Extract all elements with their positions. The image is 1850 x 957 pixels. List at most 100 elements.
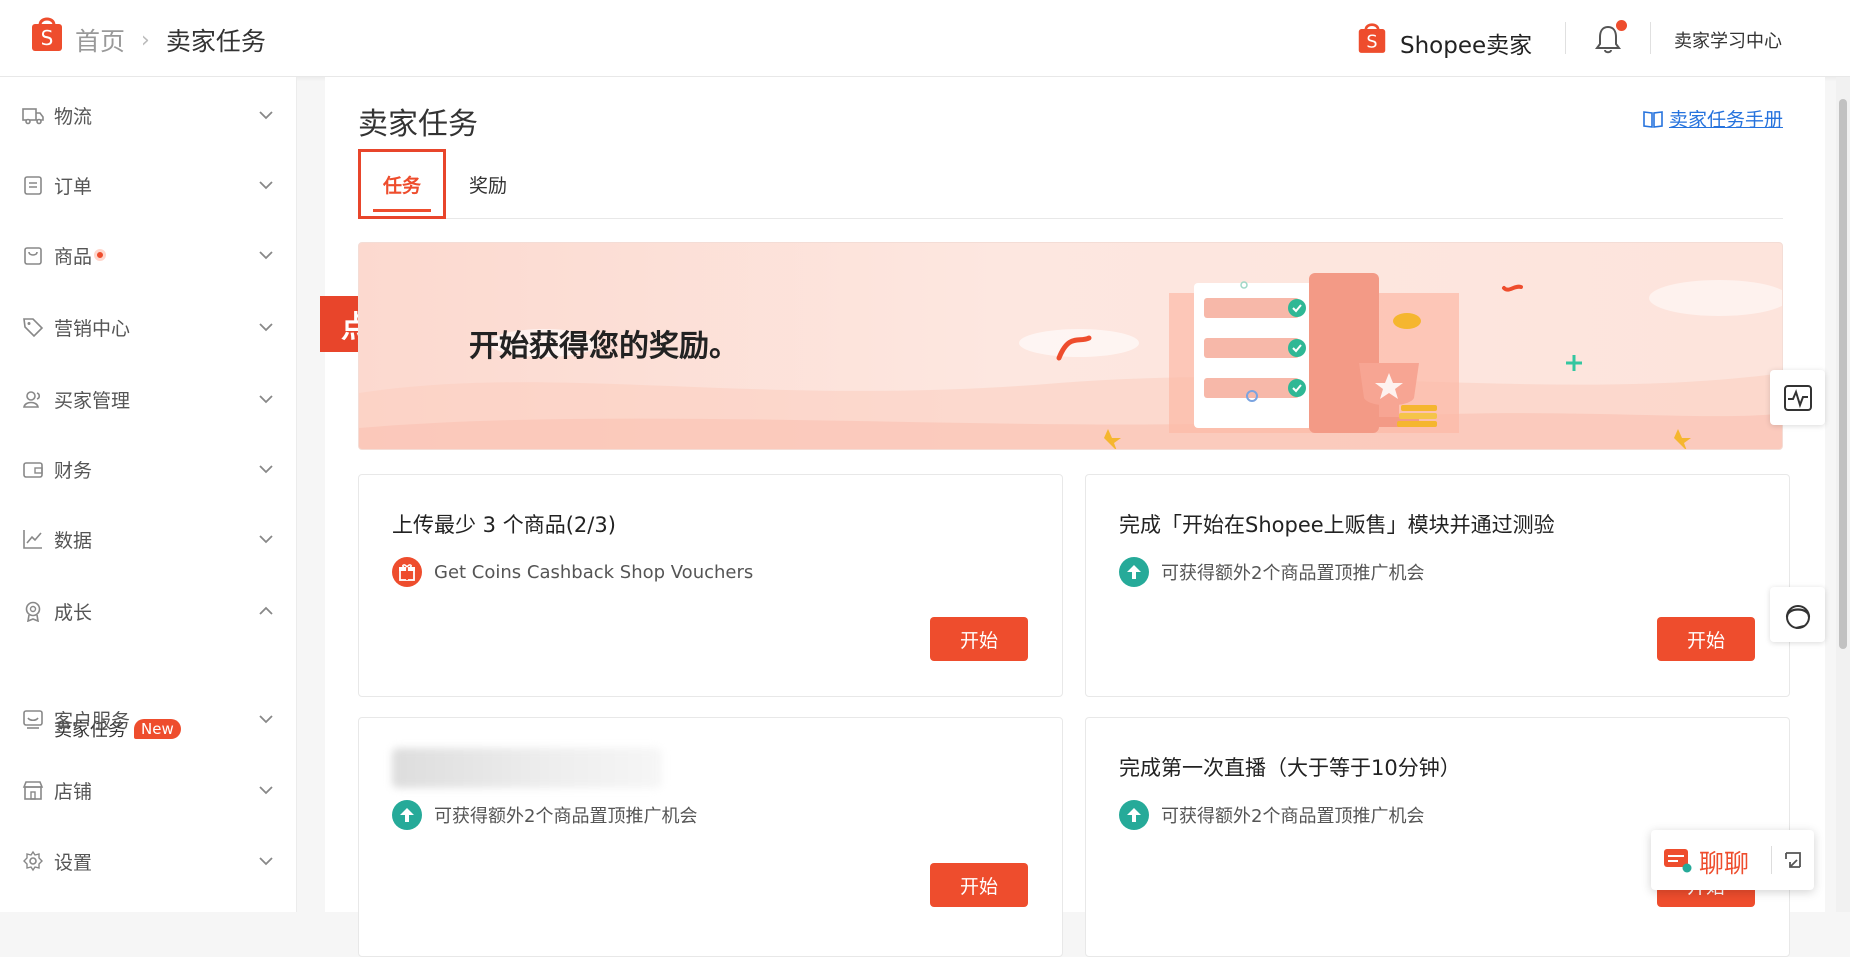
sidebar-item-data[interactable]: 数据 (0, 509, 297, 569)
chevron-down-icon (259, 857, 273, 866)
breadcrumb-home[interactable]: 首页 (75, 22, 125, 58)
tab-tasks[interactable]: 任务 (358, 149, 446, 219)
rewards-banner: 开始获得您的奖励。 (358, 242, 1783, 450)
chevron-down-icon (259, 535, 273, 544)
sidebar-item-label: 设置 (54, 851, 93, 874)
start-button[interactable]: 开始 (1657, 617, 1755, 661)
start-button[interactable]: 开始 (930, 863, 1028, 907)
page-scrollbar[interactable] (1836, 77, 1850, 912)
sidebar-item-customer-service[interactable]: 客户服务 (0, 689, 297, 749)
sidebar-item-label: 数据 (54, 529, 93, 552)
sidebar-item-marketing[interactable]: 营销中心 (0, 297, 297, 357)
page-title: 卖家任务 (358, 107, 478, 142)
task-reward-text: 可获得额外2个商品置顶推广机会 (1161, 806, 1425, 827)
book-icon (1643, 110, 1663, 128)
task-reward: 可获得额外2个商品置顶推广机会 (392, 800, 697, 830)
chevron-up-icon (259, 606, 273, 615)
chevron-down-icon (259, 251, 273, 260)
chevron-down-icon (259, 465, 273, 474)
task-reward-text: Get Coins Cashback Shop Vouchers (434, 561, 754, 583)
task-card: 完成「开始在Shopee上贩售」模块并通过测验 可获得额外2个商品置顶推广机会 … (1085, 474, 1790, 697)
bag-icon (24, 247, 42, 265)
sidebar-item-buyers[interactable]: 买家管理 (0, 369, 297, 429)
popout-icon[interactable] (1783, 850, 1803, 870)
divider (1771, 846, 1772, 874)
top-bar: S 首页 › 卖家任务 S Shopee卖家 卖家学习中心 (0, 0, 1850, 77)
sidebar-item-label: 财务 (54, 459, 93, 482)
sidebar-item-shop[interactable]: 店铺 (0, 760, 297, 820)
truck-icon (22, 108, 44, 125)
chevron-down-icon (259, 715, 273, 724)
sidebar-item-label: 订单 (54, 175, 93, 198)
headset-icon (1785, 604, 1810, 629)
sidebar-item-label: 营销中心 (54, 317, 131, 340)
clipboard-icon (24, 176, 42, 195)
task-card: 上传最少 3 个商品(2/3) Get Coins Cashback Shop … (358, 474, 1063, 697)
gear-icon (23, 850, 43, 872)
brand-name[interactable]: Shopee卖家 (1400, 26, 1532, 60)
sidebar-item-label: 买家管理 (54, 389, 131, 412)
learning-center-link[interactable]: 卖家学习中心 (1674, 27, 1782, 53)
sidebar: 物流 订单 商品 营销中心 买家管理 财务 数据 成长 卖家任务 New 客户服… (0, 77, 297, 912)
sidebar-item-label: 物流 (54, 105, 93, 128)
shopee-seller-logo-icon[interactable]: S (1357, 19, 1387, 55)
medal-icon (25, 601, 41, 622)
task-reward-text: 可获得额外2个商品置顶推广机会 (1161, 563, 1425, 584)
notification-dot (1616, 20, 1627, 31)
main-content: 卖家任务 卖家任务手册 任务 奖励 点击【任务】 (320, 77, 1825, 957)
scrollbar-thumb[interactable] (1839, 99, 1847, 649)
sidebar-item-label: 商品 (54, 242, 107, 269)
manual-link[interactable]: 卖家任务手册 (1643, 105, 1783, 132)
breadcrumb-separator: › (141, 27, 150, 53)
blurred-task-title (392, 748, 662, 788)
chevron-down-icon (259, 181, 273, 190)
manual-link-label: 卖家任务手册 (1668, 109, 1783, 131)
task-reward: 可获得额外2个商品置顶推广机会 (1119, 800, 1424, 830)
monitor-float-button[interactable] (1770, 370, 1825, 425)
sidebar-item-finance[interactable]: 财务 (0, 439, 297, 499)
support-icon (23, 710, 43, 729)
divider (1650, 22, 1651, 54)
tab-rewards[interactable]: 奖励 (458, 149, 518, 219)
chat-widget[interactable]: 聊聊 (1651, 830, 1814, 890)
sidebar-item-label: 店铺 (54, 780, 93, 803)
gift-icon (392, 557, 422, 587)
divider (1565, 22, 1566, 54)
wallet-icon (23, 462, 43, 478)
boost-icon (392, 800, 422, 830)
headset-float-button[interactable] (1770, 587, 1825, 642)
pulse-icon (1783, 384, 1812, 411)
boost-icon (1119, 557, 1149, 587)
sidebar-item-orders[interactable]: 订单 (0, 155, 297, 215)
sidebar-item-logistics[interactable]: 物流 (0, 85, 297, 145)
tab-bar: 任务 奖励 点击【任务】 (320, 149, 1783, 352)
chevron-down-icon (259, 786, 273, 795)
task-title: 完成第一次直播（大于等于10分钟） (1119, 756, 1461, 780)
sidebar-item-settings[interactable]: 设置 (0, 831, 297, 891)
svg-text:S: S (41, 26, 54, 50)
breadcrumb-current: 卖家任务 (165, 27, 266, 56)
tag-icon (23, 318, 44, 338)
task-title: 上传最少 3 个商品(2/3) (392, 513, 616, 537)
store-icon (22, 781, 44, 800)
boost-icon (1119, 800, 1149, 830)
shopee-logo-icon[interactable]: S (30, 14, 64, 52)
breadcrumb: 首页 › 卖家任务 (75, 22, 266, 58)
sidebar-item-growth[interactable]: 成长 (0, 581, 297, 641)
task-title: 完成「开始在Shopee上贩售」模块并通过测验 (1119, 513, 1555, 537)
sidebar-item-products[interactable]: 商品 (0, 225, 297, 285)
new-dot (94, 248, 107, 261)
sidebar-item-label: 成长 (54, 601, 93, 624)
task-reward: Get Coins Cashback Shop Vouchers (392, 557, 753, 587)
banner-headline: 开始获得您的奖励。 (469, 329, 739, 364)
task-reward: 可获得额外2个商品置顶推广机会 (1119, 557, 1424, 587)
chevron-down-icon (259, 111, 273, 120)
svg-text:S: S (1366, 33, 1377, 53)
start-button[interactable]: 开始 (930, 617, 1028, 661)
chevron-down-icon (259, 323, 273, 332)
task-card: 可获得额外2个商品置顶推广机会 开始 (358, 717, 1063, 957)
chart-icon (23, 530, 42, 549)
chevron-down-icon (259, 395, 273, 404)
task-reward-text: 可获得额外2个商品置顶推广机会 (434, 806, 698, 827)
chat-label: 聊聊 (1699, 849, 1750, 878)
